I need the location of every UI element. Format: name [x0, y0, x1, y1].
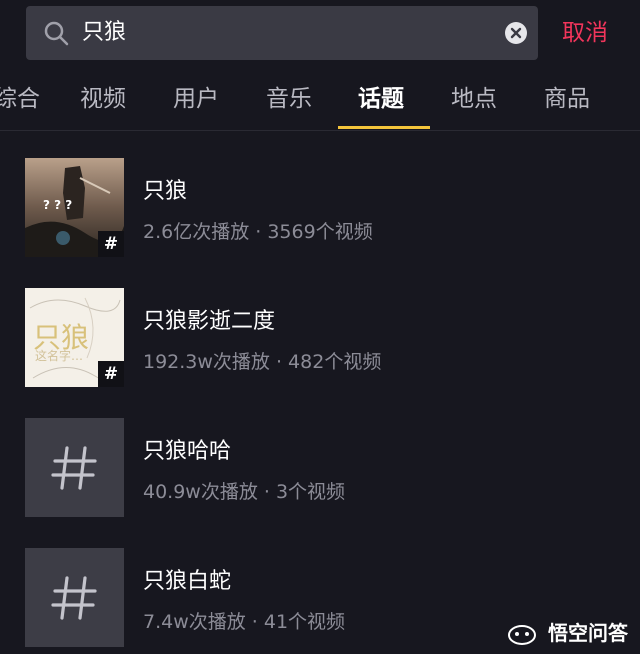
tab-locations[interactable]: 地点 [451, 66, 497, 130]
tab-users[interactable]: 用户 [173, 66, 219, 130]
topic-title: 只狼哈哈 [143, 439, 232, 464]
tab-comprehensive[interactable]: 综合 [0, 66, 40, 130]
topic-stats: 192.3w次播放 · 482个视频 [143, 351, 382, 373]
hashtag-badge: # [98, 231, 124, 257]
hashtag-icon [51, 446, 97, 490]
wukong-logo-icon [508, 624, 537, 645]
topic-result-item[interactable]: 只狼哈哈 40.9w次播放 · 3个视频 [0, 391, 640, 521]
search-input[interactable]: 只狼 [82, 6, 126, 60]
category-tabs: 综合 视频 用户 音乐 话题 地点 商品 [0, 66, 640, 131]
watermark: 悟空问答 [507, 617, 628, 646]
clear-icon[interactable] [504, 21, 528, 45]
hashtag-badge: # [98, 361, 124, 387]
topic-thumbnail [25, 418, 124, 517]
topic-thumbnail: 这名字… 只狼 # [25, 288, 124, 387]
topic-title: 只狼影逝二度 [143, 309, 276, 334]
cancel-button[interactable]: 取消 [562, 6, 608, 60]
hashtag-icon [51, 576, 97, 620]
search-header: 只狼 取消 [0, 0, 640, 66]
topic-thumbnail: ? ? ? # [25, 158, 124, 257]
topic-result-item[interactable]: 这名字… 只狼 # 只狼影逝二度 192.3w次播放 · 482个视频 [0, 261, 640, 391]
topic-stats: 7.4w次播放 · 41个视频 [143, 611, 346, 633]
tab-topics[interactable]: 话题 [358, 66, 404, 130]
active-tab-indicator [338, 126, 430, 129]
topic-thumbnail [25, 548, 124, 647]
tab-videos[interactable]: 视频 [80, 66, 126, 130]
topic-title: 只狼 [143, 179, 188, 204]
thumbnail-caption: 只狼 [33, 321, 90, 354]
tab-music[interactable]: 音乐 [266, 66, 312, 130]
tab-products[interactable]: 商品 [544, 66, 590, 130]
search-field[interactable]: 只狼 [26, 6, 538, 60]
topic-stats: 40.9w次播放 · 3个视频 [143, 481, 346, 503]
watermark-text: 悟空问答 [548, 621, 628, 645]
topic-result-item[interactable]: ? ? ? # 只狼 2.6亿次播放 · 3569个视频 [0, 131, 640, 261]
search-icon [44, 21, 69, 46]
topic-stats: 2.6亿次播放 · 3569个视频 [143, 221, 373, 243]
thumbnail-caption: ? ? ? [43, 198, 73, 212]
topic-title: 只狼白蛇 [143, 569, 232, 594]
